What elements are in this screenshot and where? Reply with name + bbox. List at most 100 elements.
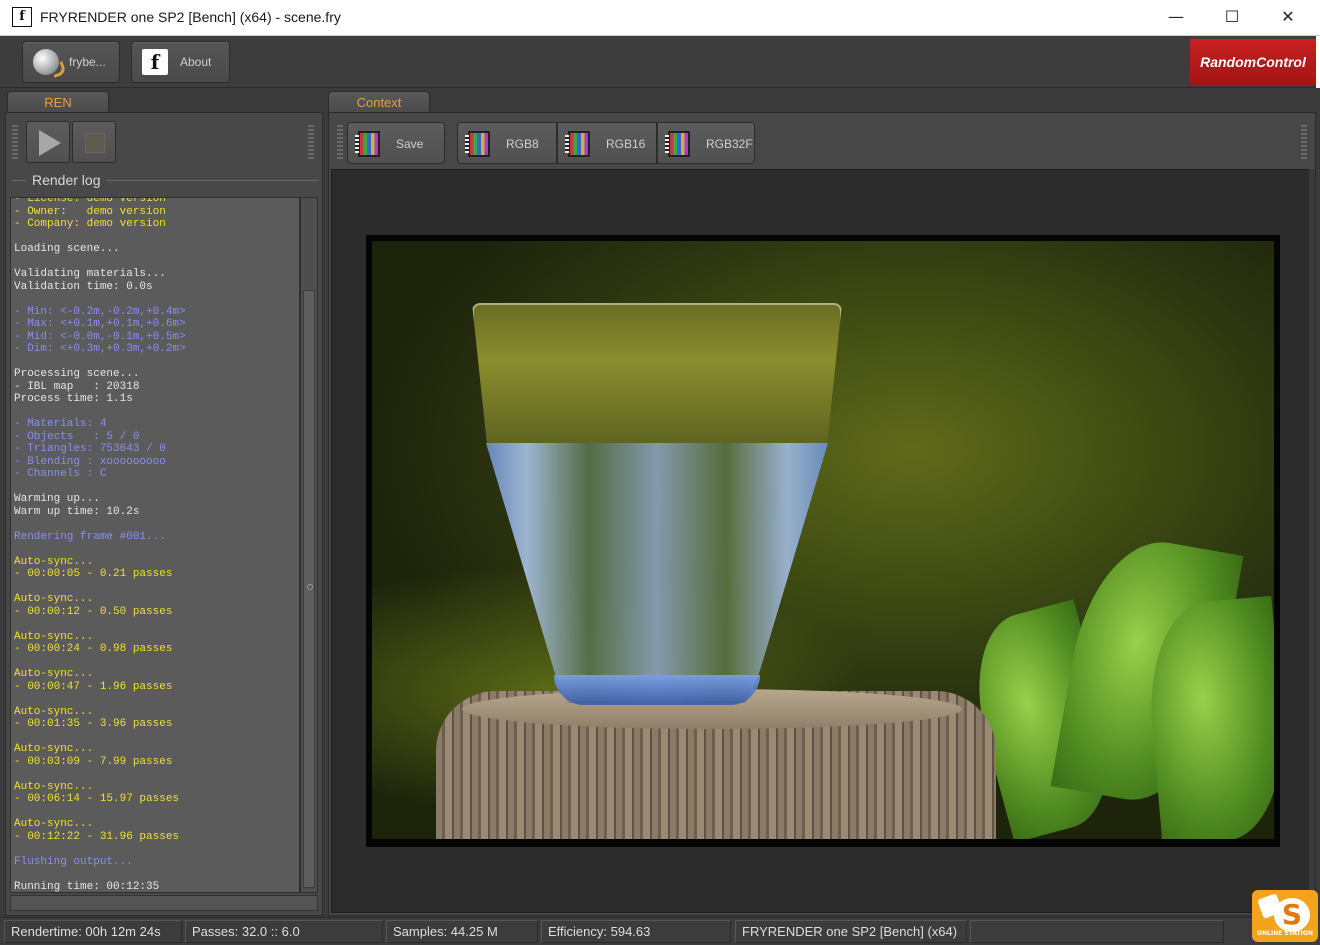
status-efficiency: Efficiency: 594.63 [541, 920, 731, 943]
toolbar-grip[interactable] [12, 125, 18, 161]
log-line: Auto-sync... [14, 705, 94, 718]
save-label: Save [396, 137, 424, 151]
log-line: Validating materials... [14, 268, 166, 280]
globe-icon [33, 49, 59, 75]
tab-context[interactable]: Context [328, 91, 430, 113]
render-viewport[interactable] [331, 169, 1311, 913]
glass-rim [472, 303, 842, 443]
frybench-button[interactable]: frybe... [22, 41, 120, 83]
close-button[interactable]: ✕ [1260, 0, 1316, 36]
render-log-heading: Render log [26, 172, 107, 188]
log-line: - Materials: 4 [14, 418, 107, 430]
log-line: - Objects : 5 / 0 [14, 430, 140, 443]
log-horizontal-scrollbar[interactable] [10, 895, 318, 911]
log-line: Running time: 00:12:35 [14, 880, 160, 893]
log-line: - Max: <+0.1m,+0.1m,+0.6m> [14, 318, 186, 330]
main-toolbar: frybe... f About [0, 36, 1320, 88]
status-empty [970, 920, 1224, 943]
log-line: Auto-sync... [14, 630, 94, 643]
viewport-scrollbar[interactable] [1309, 169, 1315, 913]
log-line: - Blending : xooooooooo [14, 455, 166, 468]
log-line: - 00:03:09 - 7.99 passes [14, 755, 173, 768]
title-bar: f FRYRENDER one SP2 [Bench] (x64) - scen… [0, 0, 1320, 36]
log-line: Auto-sync... [14, 555, 94, 568]
log-line: Processing scene... [14, 368, 140, 380]
tab-ren[interactable]: REN [7, 91, 109, 113]
log-line: - IBL map : 20318 [14, 380, 140, 393]
log-line: Validation time: 0.0s [14, 280, 153, 293]
log-scrollbar[interactable] [300, 197, 318, 893]
watermark-logo: S ONLINE STATION [1252, 890, 1318, 942]
rgb32f-button[interactable]: RGB32F [657, 122, 755, 164]
log-line: Auto-sync... [14, 743, 94, 755]
render-log-text: - License: demo version - Owner: demo ver… [14, 197, 299, 893]
log-line: Process time: 1.1s [14, 393, 133, 405]
toolbar-grip-end[interactable] [308, 125, 314, 161]
status-rendertime: Rendertime: 00h 12m 24s [4, 920, 182, 943]
log-line: - Company: demo version [14, 218, 166, 230]
status-product: FRYRENDER one SP2 [Bench] (x64) [735, 920, 967, 943]
status-passes: Passes: 32.0 :: 6.0 [185, 920, 383, 943]
image-film-icon [465, 131, 490, 157]
randomcontrol-logo[interactable]: RandomControl [1190, 39, 1316, 85]
image-film-icon [665, 131, 690, 157]
stop-render-button[interactable] [72, 121, 116, 163]
log-line: - Channels : C [14, 468, 107, 480]
status-bar: Rendertime: 00h 12m 24s Passes: 32.0 :: … [0, 917, 1320, 945]
context-toolbar-grip-end[interactable] [1301, 125, 1307, 161]
log-line: - Owner: demo version [14, 205, 166, 218]
context-panel: Save RGB8 RGB16 RGB32F [328, 112, 1316, 916]
log-line: - 00:12:22 - 31.96 passes [14, 830, 180, 843]
image-film-icon [355, 131, 380, 157]
about-button[interactable]: f About [131, 41, 230, 83]
save-button[interactable]: Save [347, 122, 445, 164]
log-line: - Triangles: 753643 / 0 [14, 443, 166, 455]
rgb8-button[interactable]: RGB8 [457, 122, 557, 164]
log-line: - License: demo version [14, 197, 166, 205]
rgb32f-label: RGB32F [706, 137, 753, 151]
window-title: FRYRENDER one SP2 [Bench] (x64) - scene.… [40, 9, 341, 25]
glass-water [486, 443, 828, 703]
maximize-button[interactable]: ☐ [1204, 0, 1260, 36]
fryrender-logo-icon: f [142, 49, 168, 75]
render-log[interactable]: - License: demo version - Owner: demo ver… [10, 197, 300, 893]
minimize-button[interactable]: — [1148, 0, 1204, 36]
log-line: Auto-sync... [14, 818, 94, 830]
glass-base [554, 675, 760, 705]
render-panel: Render log - License: demo version - Owne… [5, 112, 323, 916]
log-line: - Min: <-0.2m,-0.2m,+0.4m> [14, 305, 186, 318]
rgb16-button[interactable]: RGB16 [557, 122, 657, 164]
watermark-text: ONLINE STATION [1257, 930, 1313, 937]
watermark-s-icon: S [1274, 898, 1310, 932]
log-line: - Mid: <-0.0m,-0.1m,+0.5m> [14, 330, 186, 343]
stop-icon [85, 133, 105, 153]
log-line: - 00:00:24 - 0.98 passes [14, 643, 173, 655]
log-line: - 00:00:47 - 1.96 passes [14, 680, 173, 693]
log-scrollbar-thumb[interactable] [303, 290, 315, 888]
context-toolbar-grip[interactable] [337, 125, 343, 161]
log-line: - 00:00:05 - 0.21 passes [14, 568, 173, 580]
log-line: Warming up... [14, 493, 100, 505]
frybench-label: frybe... [69, 55, 106, 69]
start-render-button[interactable] [26, 121, 70, 163]
log-line: - 00:06:14 - 15.97 passes [14, 793, 180, 805]
image-film-icon [565, 131, 590, 157]
log-line: Rendering frame #001... [14, 530, 166, 543]
status-samples: Samples: 44.25 M [386, 920, 538, 943]
about-label: About [180, 55, 212, 69]
rgb16-label: RGB16 [606, 137, 646, 151]
log-line: - Dim: <+0.3m,+0.3m,+0.2m> [14, 343, 186, 355]
log-line: Auto-sync... [14, 593, 94, 605]
log-line: Auto-sync... [14, 668, 94, 680]
